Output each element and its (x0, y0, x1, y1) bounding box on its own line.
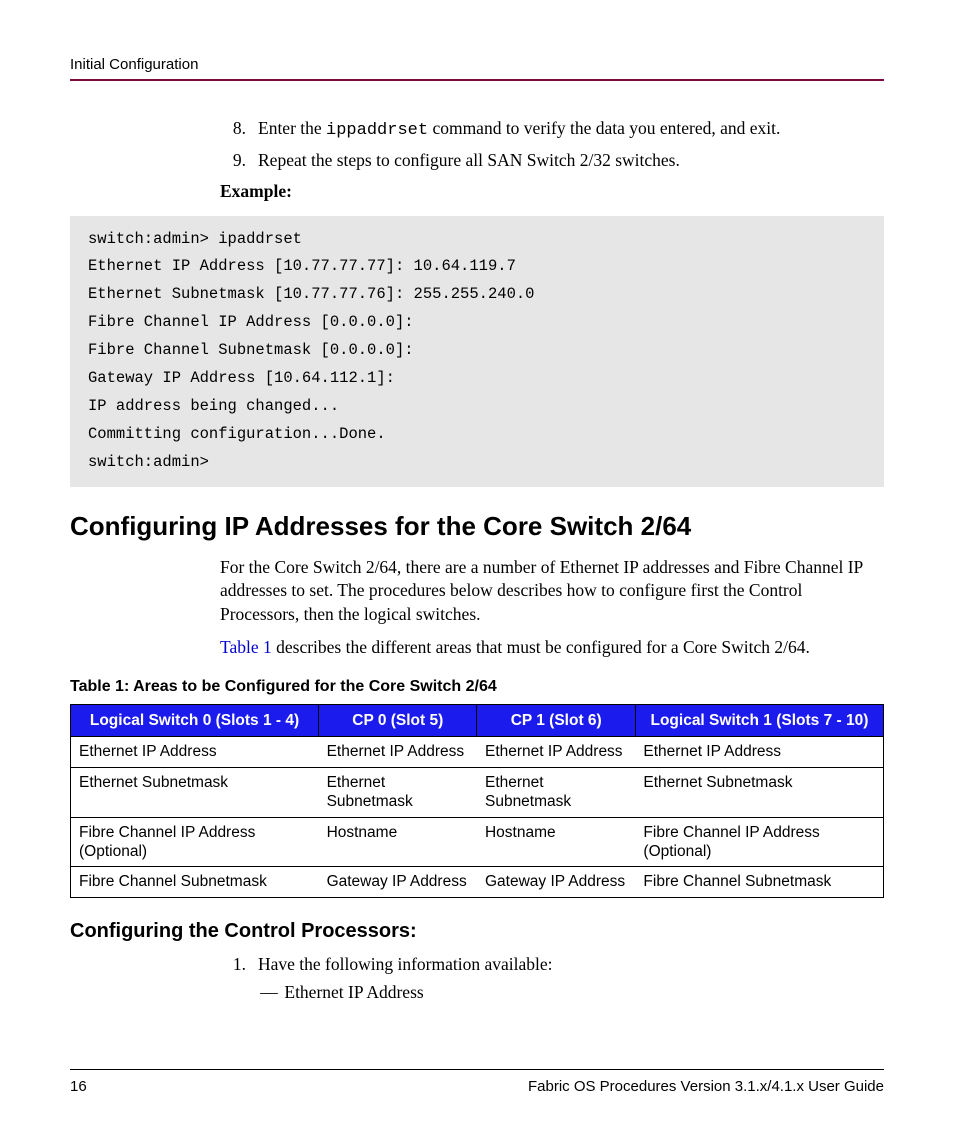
sub-item-text: Ethernet IP Address (284, 982, 423, 1002)
table-cell: Gateway IP Address (477, 867, 635, 897)
table-cell: Ethernet IP Address (635, 737, 883, 767)
table-row: Fibre Channel Subnetmask Gateway IP Addr… (71, 867, 884, 897)
running-header: Initial Configuration (70, 56, 884, 73)
body-indent-block-3: 1. Have the following information availa… (220, 953, 884, 1004)
header-divider (70, 79, 884, 81)
table-cell: Fibre Channel IP Address (Optional) (635, 817, 883, 867)
table-ref-link[interactable]: Table 1 (220, 637, 272, 657)
table-cell: Hostname (319, 817, 477, 867)
table-row: Fibre Channel IP Address (Optional) Host… (71, 817, 884, 867)
step-number: 1. (220, 953, 246, 977)
table-row: Ethernet Subnetmask Ethernet Subnetmask … (71, 767, 884, 817)
table-cell: Ethernet Subnetmask (319, 767, 477, 817)
heading-configure-ip: Configuring IP Addresses for the Core Sw… (70, 511, 884, 542)
heading-control-processors: Configuring the Control Processors: (70, 920, 884, 943)
table-cell: Fibre Channel Subnetmask (635, 867, 883, 897)
step-number: 8. (220, 117, 246, 143)
page-number: 16 (70, 1078, 87, 1095)
code-block: switch:admin> ipaddrset Ethernet IP Addr… (70, 216, 884, 487)
col-header: CP 1 (Slot 6) (477, 705, 635, 737)
body-indent-block-2: For the Core Switch 2/64, there are a nu… (220, 556, 884, 661)
paragraph: Table 1 describes the different areas th… (220, 636, 884, 660)
col-header: CP 0 (Slot 5) (319, 705, 477, 737)
page-footer: 16 Fabric OS Procedures Version 3.1.x/4.… (70, 1069, 884, 1095)
table-cell: Ethernet IP Address (319, 737, 477, 767)
footer-row: 16 Fabric OS Procedures Version 3.1.x/4.… (70, 1078, 884, 1095)
body-indent-block: 8. Enter the ippaddrset command to verif… (220, 117, 884, 202)
paragraph: For the Core Switch 2/64, there are a nu… (220, 556, 884, 627)
step-text: Have the following information available… (258, 953, 884, 977)
step-9: 9. Repeat the steps to configure all SAN… (220, 149, 884, 173)
table-cell: Gateway IP Address (319, 867, 477, 897)
table-cell: Hostname (477, 817, 635, 867)
table-cell: Fibre Channel Subnetmask (71, 867, 319, 897)
doc-title: Fabric OS Procedures Version 3.1.x/4.1.x… (528, 1078, 884, 1095)
step-1: 1. Have the following information availa… (220, 953, 884, 977)
step-text: Enter the ippaddrset command to verify t… (258, 117, 884, 143)
table-cell: Ethernet IP Address (477, 737, 635, 767)
inline-code: ippaddrset (326, 121, 428, 140)
step-number: 9. (220, 149, 246, 173)
table-cell: Ethernet Subnetmask (477, 767, 635, 817)
col-header: Logical Switch 0 (Slots 1 - 4) (71, 705, 319, 737)
footer-divider (70, 1069, 884, 1070)
table-header-row: Logical Switch 0 (Slots 1 - 4) CP 0 (Slo… (71, 705, 884, 737)
table-cell: Ethernet Subnetmask (635, 767, 883, 817)
table-cell: Ethernet IP Address (71, 737, 319, 767)
dash-bullet: — (258, 982, 280, 1003)
step-text: Repeat the steps to configure all SAN Sw… (258, 149, 884, 173)
step-text-post: command to verify the data you entered, … (428, 118, 780, 138)
table-caption: Table 1: Areas to be Configured for the … (70, 678, 884, 696)
table-cell: Fibre Channel IP Address (Optional) (71, 817, 319, 867)
col-header: Logical Switch 1 (Slots 7 - 10) (635, 705, 883, 737)
table-row: Ethernet IP Address Ethernet IP Address … (71, 737, 884, 767)
example-label: Example: (220, 181, 884, 202)
paragraph-rest: describes the different areas that must … (272, 637, 810, 657)
sub-list-item: — Ethernet IP Address (258, 982, 884, 1003)
table-cell: Ethernet Subnetmask (71, 767, 319, 817)
step-text-pre: Enter the (258, 118, 326, 138)
step-8: 8. Enter the ippaddrset command to verif… (220, 117, 884, 143)
config-areas-table: Logical Switch 0 (Slots 1 - 4) CP 0 (Slo… (70, 704, 884, 898)
